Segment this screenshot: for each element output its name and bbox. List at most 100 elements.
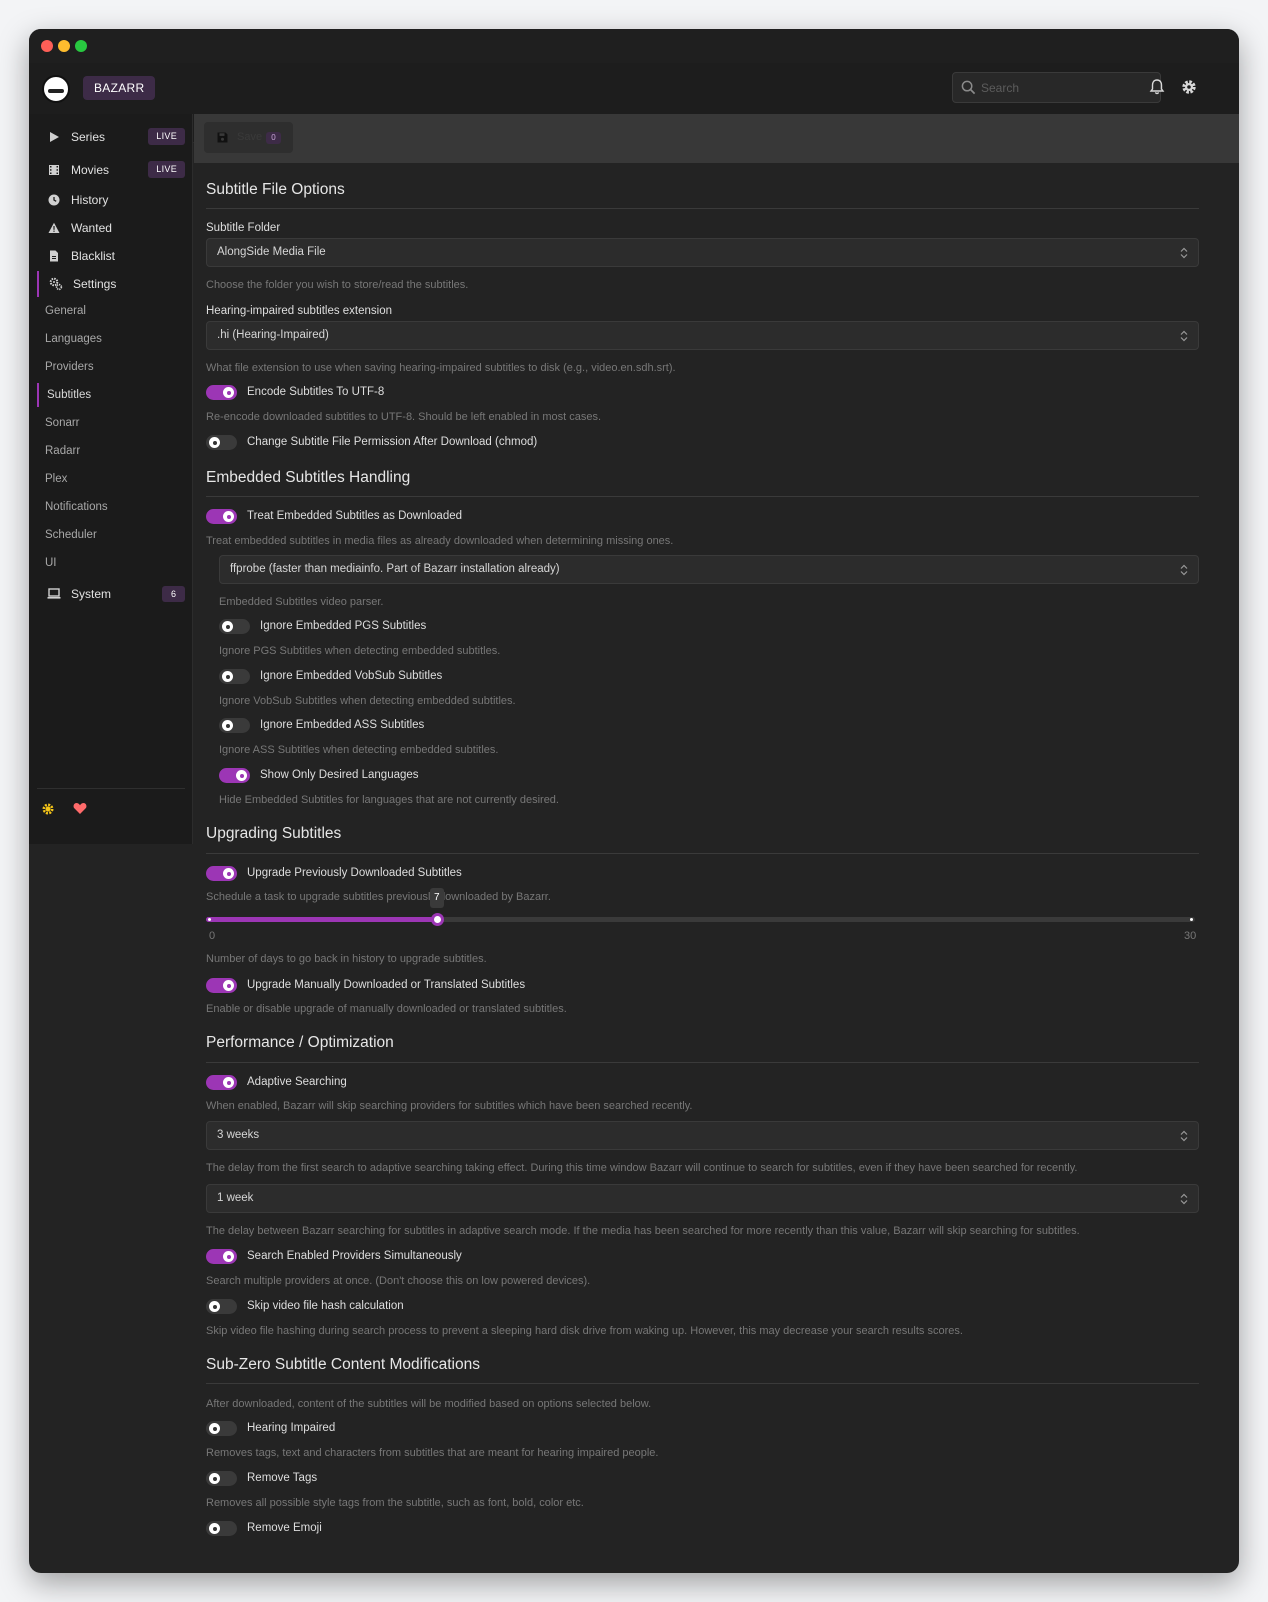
- live-badge: LIVE: [148, 161, 185, 178]
- section-title-embedded: Embedded Subtitles Handling: [206, 469, 411, 486]
- utf8-label: Encode Subtitles To UTF-8: [247, 386, 385, 398]
- subzero-intro: After downloaded, content of the subtitl…: [206, 1398, 652, 1410]
- slider-max-mark: [1190, 918, 1193, 921]
- upgrade-manual-toggle[interactable]: [206, 978, 237, 993]
- save-button[interactable]: Save 0: [204, 122, 293, 153]
- heart-icon[interactable]: [73, 802, 87, 815]
- select-value: .hi (Hearing-Impaired): [217, 329, 329, 341]
- treat-embedded-description: Treat embedded subtitles in media files …: [206, 535, 674, 547]
- adaptive-search-toggle[interactable]: [206, 1075, 237, 1090]
- sidebar-item-series[interactable]: Series LIVE: [37, 124, 185, 150]
- hearing-impaired-label: Hearing Impaired: [247, 1422, 336, 1434]
- slider-thumb[interactable]: [430, 913, 444, 926]
- sidebar-item-history[interactable]: History: [37, 187, 185, 213]
- live-badge: LIVE: [148, 128, 185, 145]
- hi-extension-description: What file extension to use when saving h…: [206, 362, 676, 374]
- remove-tags-toggle[interactable]: [206, 1471, 237, 1486]
- select-value: 1 week: [217, 1192, 254, 1204]
- section-divider: [206, 1383, 1199, 1384]
- sun-icon[interactable]: [41, 802, 55, 816]
- utf8-toggle[interactable]: [206, 385, 237, 400]
- settings-subtitles[interactable]: Subtitles: [37, 383, 185, 407]
- gear-icon[interactable]: [1179, 77, 1199, 97]
- ignore-pgs-toggle[interactable]: [219, 619, 250, 634]
- slider-max-label: 30: [1184, 930, 1197, 942]
- simultaneous-search-toggle[interactable]: [206, 1249, 237, 1264]
- settings-languages[interactable]: Languages: [37, 327, 185, 351]
- search-box[interactable]: [952, 72, 1161, 103]
- sidebar-item-label: Movies: [71, 163, 110, 177]
- adaptive-delay-select[interactable]: 3 weeks: [206, 1121, 1199, 1150]
- zoom-window-button[interactable]: [75, 40, 87, 52]
- search-icon: [961, 80, 976, 95]
- ignore-pgs-label: Ignore Embedded PGS Subtitles: [260, 620, 427, 632]
- desired-languages-label: Show Only Desired Languages: [260, 769, 419, 781]
- ignore-ass-toggle[interactable]: [219, 718, 250, 733]
- brand-badge[interactable]: BAZARR: [83, 76, 156, 100]
- ignore-vobsub-label: Ignore Embedded VobSub Subtitles: [260, 670, 443, 682]
- save-count-badge: 0: [266, 132, 281, 144]
- subtitle-folder-select[interactable]: AlongSide Media File: [206, 238, 1199, 267]
- floppy-disk-icon: [217, 132, 228, 143]
- remove-emoji-toggle[interactable]: [206, 1521, 237, 1536]
- adaptive-search-description: When enabled, Bazarr will skip searching…: [206, 1100, 693, 1112]
- app-window: BAZARR Series LIVE Movies LIVE History W…: [29, 29, 1239, 1573]
- close-window-button[interactable]: [41, 40, 53, 52]
- embedded-parser-select[interactable]: ffprobe (faster than mediainfo. Part of …: [219, 555, 1199, 584]
- slider-value-tooltip: 7: [429, 888, 444, 908]
- simultaneous-search-label: Search Enabled Providers Simultaneously: [247, 1250, 462, 1262]
- adaptive-interval-select[interactable]: 1 week: [206, 1184, 1199, 1213]
- settings-scheduler[interactable]: Scheduler: [37, 523, 185, 547]
- sidebar-item-label: Settings: [73, 277, 117, 291]
- upgrade-days-slider[interactable]: 7: [206, 888, 1195, 926]
- sidebar-item-wanted[interactable]: Wanted: [37, 215, 185, 241]
- slider-fill: [206, 917, 437, 922]
- sidebar-item-system[interactable]: System 6: [37, 581, 185, 607]
- sidebar-item-movies[interactable]: Movies LIVE: [37, 157, 185, 183]
- select-chevron-icon: [1180, 1130, 1188, 1142]
- settings-plex[interactable]: Plex: [37, 467, 185, 491]
- skip-hash-description: Skip video file hashing during search pr…: [206, 1325, 963, 1337]
- bell-icon[interactable]: [1147, 77, 1167, 97]
- settings-sonarr[interactable]: Sonarr: [37, 411, 185, 435]
- sidebar-item-label: History: [71, 193, 109, 207]
- file-icon: [50, 250, 58, 262]
- ignore-pgs-description: Ignore PGS Subtitles when detecting embe…: [219, 645, 501, 657]
- remove-tags-description: Removes all possible style tags from the…: [206, 1497, 584, 1509]
- subtitle-folder-description: Choose the folder you wish to store/read…: [206, 279, 469, 291]
- section-title-performance: Performance / Optimization: [206, 1034, 394, 1051]
- chmod-toggle[interactable]: [206, 435, 237, 450]
- chmod-label: Change Subtitle File Permission After Do…: [247, 436, 538, 448]
- settings-notifications[interactable]: Notifications: [37, 495, 185, 519]
- settings-content: Subtitle File Options Subtitle Folder Al…: [194, 163, 1239, 1573]
- desired-languages-toggle[interactable]: [219, 768, 250, 783]
- select-chevron-icon: [1180, 247, 1188, 259]
- settings-providers[interactable]: Providers: [37, 355, 185, 379]
- search-input[interactable]: [981, 79, 1151, 97]
- settings-general[interactable]: General: [37, 299, 185, 323]
- ignore-vobsub-toggle[interactable]: [219, 669, 250, 684]
- settings-ui[interactable]: UI: [37, 551, 185, 575]
- sidebar-item-blacklist[interactable]: Blacklist: [37, 243, 185, 269]
- hearing-impaired-toggle[interactable]: [206, 1421, 237, 1436]
- remove-emoji-label: Remove Emoji: [247, 1522, 322, 1534]
- upgrade-previous-description: Schedule a task to upgrade subtitles pre…: [206, 891, 551, 903]
- bazarr-logo-icon[interactable]: [42, 75, 70, 103]
- adaptive-delay-description: The delay from the first search to adapt…: [206, 1162, 1078, 1174]
- sidebar-footer: [37, 788, 185, 815]
- upgrade-previous-toggle[interactable]: [206, 866, 237, 881]
- hi-extension-select[interactable]: .hi (Hearing-Impaired): [206, 321, 1199, 350]
- toolbar: Save 0: [194, 114, 1239, 163]
- embedded-parser-description: Embedded Subtitles video parser.: [219, 596, 384, 608]
- film-icon: [49, 165, 59, 175]
- sidebar-item-settings[interactable]: Settings: [37, 271, 185, 297]
- minimize-window-button[interactable]: [58, 40, 70, 52]
- settings-radarr[interactable]: Radarr: [37, 439, 185, 463]
- slider-min-label: 0: [209, 930, 216, 942]
- system-count-badge: 6: [162, 586, 185, 602]
- slider-min-mark: [208, 918, 211, 921]
- treat-embedded-toggle[interactable]: [206, 509, 237, 524]
- title-bar: [29, 29, 1239, 63]
- laptop-icon: [47, 588, 61, 599]
- skip-hash-toggle[interactable]: [206, 1299, 237, 1314]
